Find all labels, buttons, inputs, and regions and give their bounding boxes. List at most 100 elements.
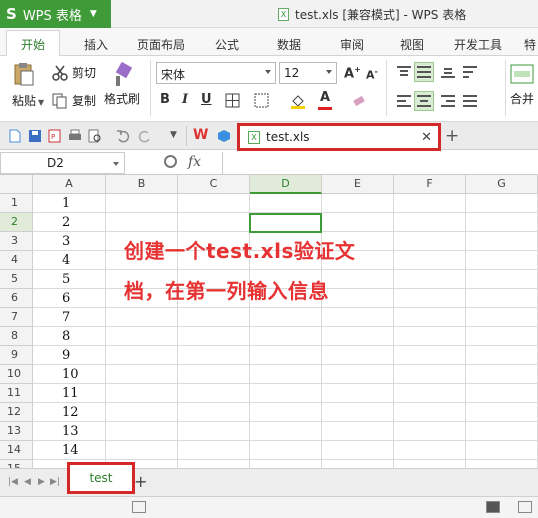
tab-insert[interactable]: 插入 <box>84 36 108 53</box>
row-header[interactable]: 2 <box>0 213 33 232</box>
last-sheet-icon[interactable]: ▶| <box>50 477 60 487</box>
cell-a5[interactable]: 5 <box>62 270 70 289</box>
add-sheet-plus-icon[interactable]: + <box>134 472 147 491</box>
cell-a14[interactable]: 14 <box>62 441 79 460</box>
column-header-f[interactable]: F <box>394 175 466 194</box>
row-header[interactable]: 9 <box>0 346 33 365</box>
row-header[interactable]: 6 <box>0 289 33 308</box>
page-break-view-icon[interactable] <box>518 501 532 513</box>
column-header-g[interactable]: G <box>466 175 538 194</box>
column-header-d[interactable]: D <box>250 175 322 194</box>
cell-a11[interactable]: 11 <box>62 384 79 403</box>
tab-special[interactable]: 特 <box>524 36 536 53</box>
decrease-font-icon[interactable]: A- <box>366 67 378 82</box>
name-box[interactable]: D2 <box>0 152 125 174</box>
clear-format-icon[interactable] <box>352 94 366 108</box>
tab-home[interactable]: 开始 <box>6 30 61 57</box>
export-pdf-icon[interactable]: P <box>48 129 62 143</box>
merge-button[interactable]: 合并 <box>510 62 534 107</box>
align-right-icon[interactable] <box>440 94 456 108</box>
column-header-b[interactable]: B <box>106 175 178 194</box>
search-icon[interactable] <box>164 155 177 168</box>
tab-review[interactable]: 审阅 <box>340 36 364 53</box>
merge-cells-icon[interactable] <box>254 93 270 109</box>
normal-view-icon[interactable] <box>486 501 500 513</box>
cell-a10[interactable]: 10 <box>62 365 79 384</box>
column-header-e[interactable]: E <box>322 175 394 194</box>
cell-a1[interactable]: 1 <box>62 194 70 213</box>
prev-sheet-icon[interactable]: ◀ <box>24 477 31 487</box>
cell-a3[interactable]: 3 <box>62 232 70 251</box>
tab-data[interactable]: 数据 <box>277 36 301 53</box>
wrap-text-icon[interactable] <box>462 65 478 79</box>
page-view-icon[interactable] <box>132 501 146 513</box>
cell-a7[interactable]: 7 <box>62 308 70 327</box>
copy-button[interactable]: 复制 <box>52 92 96 109</box>
tab-developer[interactable]: 开发工具 <box>454 36 502 53</box>
tab-view[interactable]: 视图 <box>400 36 424 53</box>
row-header[interactable]: 14 <box>0 441 33 460</box>
formula-input[interactable] <box>222 152 538 174</box>
cloud-cube-icon[interactable] <box>217 129 231 143</box>
paste-button[interactable]: 粘贴 <box>12 62 36 109</box>
tab-formulas[interactable]: 公式 <box>215 36 239 53</box>
close-icon[interactable]: ✕ <box>421 130 432 145</box>
row-header[interactable]: 3 <box>0 232 33 251</box>
cell-a13[interactable]: 13 <box>62 422 79 441</box>
new-tab-plus-icon[interactable]: + <box>445 126 459 146</box>
align-left-icon[interactable] <box>396 94 412 108</box>
font-name-select[interactable]: 宋体 <box>156 62 276 84</box>
tab-page-layout[interactable]: 页面布局 <box>137 36 185 53</box>
row-header[interactable]: 15 <box>0 460 33 468</box>
active-cell-d2[interactable] <box>249 213 322 233</box>
spreadsheet-grid[interactable]: A B C D E F G 1 2 3 4 5 6 7 8 9 10 11 12… <box>0 175 538 468</box>
print-preview-icon[interactable] <box>88 129 102 143</box>
app-menu-button[interactable]: S WPS 表格 ▼ <box>0 0 111 28</box>
increase-font-icon[interactable]: A+ <box>344 65 361 81</box>
column-header-a[interactable]: A <box>33 175 106 194</box>
document-tab[interactable]: X test.xls ✕ <box>237 123 441 151</box>
cell-a9[interactable]: 9 <box>62 346 70 365</box>
select-all-corner[interactable] <box>0 175 33 194</box>
cell-a12[interactable]: 12 <box>62 403 79 422</box>
cell-a4[interactable]: 4 <box>62 251 70 270</box>
undo-icon[interactable] <box>116 129 130 143</box>
row-header[interactable]: 5 <box>0 270 33 289</box>
new-file-icon[interactable] <box>8 129 22 143</box>
customize-dropdown-icon[interactable]: ▼ <box>170 130 177 140</box>
row-header[interactable]: 10 <box>0 365 33 384</box>
sheet-tab-test[interactable]: test <box>67 462 135 494</box>
borders-icon[interactable] <box>225 93 241 109</box>
cut-button[interactable]: 剪切 <box>52 64 96 81</box>
insert-function-icon[interactable]: fx <box>188 154 201 170</box>
bold-button[interactable]: B <box>160 92 170 107</box>
next-sheet-icon[interactable]: ▶ <box>38 477 45 487</box>
italic-button[interactable]: I <box>182 92 188 107</box>
row-header[interactable]: 11 <box>0 384 33 403</box>
redo-icon[interactable] <box>138 129 152 143</box>
paste-dropdown-icon[interactable]: ▼ <box>38 98 44 107</box>
row-header[interactable]: 4 <box>0 251 33 270</box>
save-icon[interactable] <box>28 129 42 143</box>
print-icon[interactable] <box>68 129 82 143</box>
cell-a8[interactable]: 8 <box>62 327 70 346</box>
align-bottom-icon[interactable] <box>440 65 456 79</box>
font-size-select[interactable]: 12 <box>279 62 337 84</box>
underline-button[interactable]: U <box>201 92 212 107</box>
row-header[interactable]: 7 <box>0 308 33 327</box>
row-header[interactable]: 8 <box>0 327 33 346</box>
fill-color-icon[interactable] <box>290 93 306 109</box>
row-header[interactable]: 1 <box>0 194 33 213</box>
row-header[interactable]: 13 <box>0 422 33 441</box>
first-sheet-icon[interactable]: |◀ <box>8 477 18 487</box>
align-top-icon[interactable] <box>396 65 412 79</box>
wps-home-icon[interactable]: W <box>193 127 208 143</box>
font-color-icon[interactable]: A <box>320 90 330 105</box>
column-header-c[interactable]: C <box>178 175 250 194</box>
row-header[interactable]: 12 <box>0 403 33 422</box>
format-painter-button[interactable]: 格式刷 <box>104 62 140 107</box>
cell-a2[interactable]: 2 <box>62 213 70 232</box>
cell-a6[interactable]: 6 <box>62 289 70 308</box>
divider <box>186 126 187 146</box>
justify-icon[interactable] <box>462 94 478 108</box>
